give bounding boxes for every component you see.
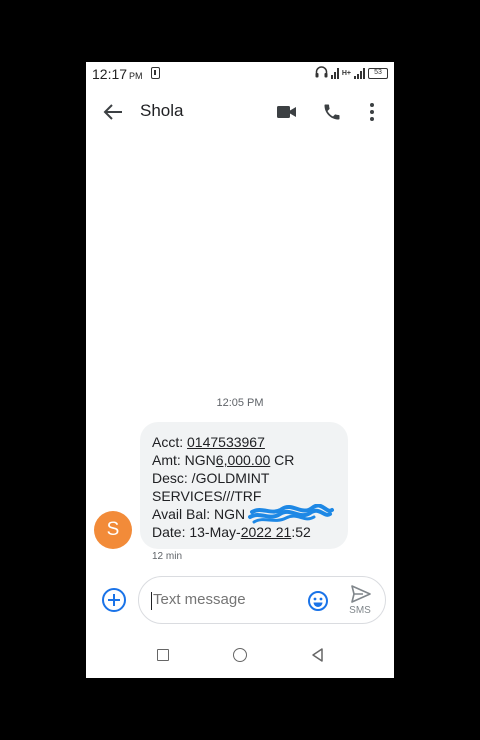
phone-screen: 12:17 PM H+ 53 Shola 12:05 PM Acct: 0147…	[86, 62, 394, 678]
send-button[interactable]: SMS	[345, 584, 375, 618]
recents-nav-icon[interactable]	[157, 649, 169, 661]
app-bar: Shola	[86, 90, 394, 134]
contact-avatar[interactable]: S	[94, 511, 132, 549]
message-time: 12 min	[152, 551, 183, 562]
back-arrow-icon[interactable]	[100, 100, 126, 124]
signal-icon-2	[354, 67, 365, 79]
text-cursor	[151, 592, 152, 610]
sim-icon	[151, 67, 160, 79]
date-link[interactable]: 2022 21	[241, 524, 292, 540]
status-bar: 12:17 PM H+ 53	[86, 62, 394, 86]
emoji-icon[interactable]	[307, 590, 329, 612]
video-call-icon[interactable]	[276, 103, 298, 121]
network-type: H+	[341, 69, 351, 77]
back-nav-icon[interactable]	[310, 647, 324, 663]
message-line-desc: Desc: /GOLDMINT	[152, 470, 270, 486]
message-line-amount: Amt: NGN6,000.00 CR	[152, 452, 295, 468]
message-line-acct: Acct: 0147533967	[152, 434, 265, 450]
home-nav-icon[interactable]	[233, 648, 247, 662]
account-number-link[interactable]: 0147533967	[187, 434, 265, 450]
compose-box[interactable]: SMS	[138, 576, 386, 624]
phone-call-icon[interactable]	[322, 102, 342, 122]
send-sms-label: SMS	[349, 605, 371, 616]
more-options-icon[interactable]	[366, 101, 378, 123]
conversation-timestamp: 12:05 PM	[216, 397, 264, 409]
battery-icon: 53	[368, 67, 388, 79]
add-attachment-icon[interactable]	[102, 588, 126, 612]
headset-icon	[315, 65, 328, 81]
status-icons: H+ 53	[315, 65, 388, 81]
message-input[interactable]	[153, 591, 293, 608]
message-bubble[interactable]: Acct: 0147533967 Amt: NGN6,000.00 CR Des…	[140, 422, 348, 549]
status-time: 12:17 PM	[92, 66, 143, 82]
amount-link[interactable]: 6,000.00	[216, 452, 271, 468]
send-icon	[351, 585, 371, 603]
redaction-scribble	[248, 504, 334, 524]
message-line-services: SERVICES///TRF	[152, 488, 262, 504]
signal-icon	[330, 67, 339, 79]
contact-name: Shola	[140, 101, 184, 120]
